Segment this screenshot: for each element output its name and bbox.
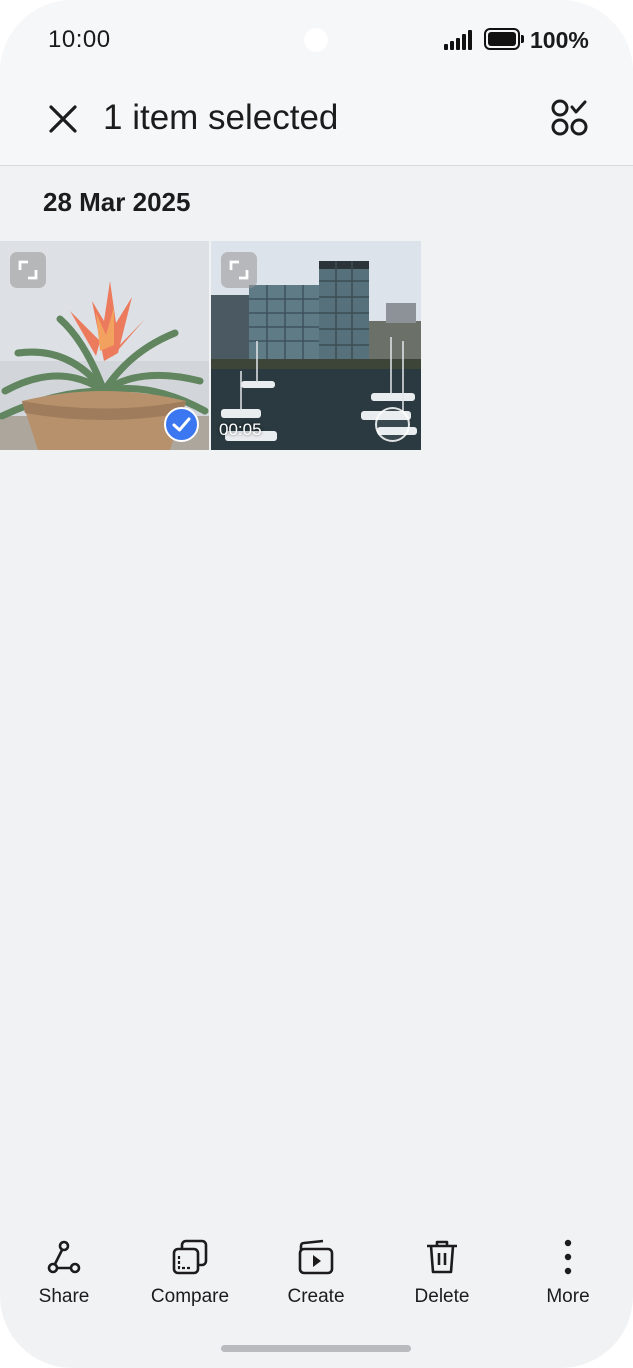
battery-icon <box>484 28 524 50</box>
selection-action-bar: 1 item selected <box>0 80 633 166</box>
date-group-header: 28 Mar 2025 <box>43 187 191 217</box>
signal-icon <box>444 30 476 50</box>
expand-icon <box>18 260 38 280</box>
more-label: More <box>546 1286 590 1307</box>
create-icon <box>298 1239 334 1275</box>
compare-label: Compare <box>150 1286 230 1307</box>
phone-screen: 10:00 100% 1 item selected 28 Mar 2025 0… <box>0 0 633 1368</box>
more-icon <box>564 1239 572 1275</box>
close-icon <box>49 105 77 133</box>
selected-check-badge[interactable] <box>164 407 199 442</box>
delete-label: Delete <box>414 1286 470 1307</box>
expand-preview-button[interactable] <box>221 252 257 288</box>
compare-button[interactable]: Compare <box>135 1232 245 1312</box>
expand-preview-button[interactable] <box>10 252 46 288</box>
create-label: Create <box>287 1286 345 1307</box>
video-duration: 00:05 <box>219 420 262 439</box>
create-button[interactable]: Create <box>261 1232 371 1312</box>
close-selection-button[interactable] <box>42 98 84 140</box>
unselected-checkbox[interactable] <box>375 407 410 442</box>
selection-count-title: 1 item selected <box>103 98 339 137</box>
delete-button[interactable]: Delete <box>387 1232 497 1312</box>
check-icon <box>172 417 191 432</box>
compare-icon <box>172 1239 208 1275</box>
select-mode-button[interactable] <box>548 96 592 140</box>
home-indicator[interactable] <box>221 1345 411 1352</box>
select-mode-icon <box>551 99 588 136</box>
share-icon <box>47 1240 81 1274</box>
share-button[interactable]: Share <box>9 1232 119 1312</box>
status-time: 10:00 <box>48 26 111 53</box>
status-bar: 10:00 100% <box>0 0 633 80</box>
camera-cutout <box>304 28 328 52</box>
delete-icon <box>427 1240 457 1274</box>
expand-icon <box>229 260 249 280</box>
bottom-toolbar: Share Compare Create Delete More <box>0 1232 633 1322</box>
more-button[interactable]: More <box>513 1232 623 1312</box>
share-label: Share <box>38 1286 90 1307</box>
battery-percent: 100% <box>530 27 589 53</box>
